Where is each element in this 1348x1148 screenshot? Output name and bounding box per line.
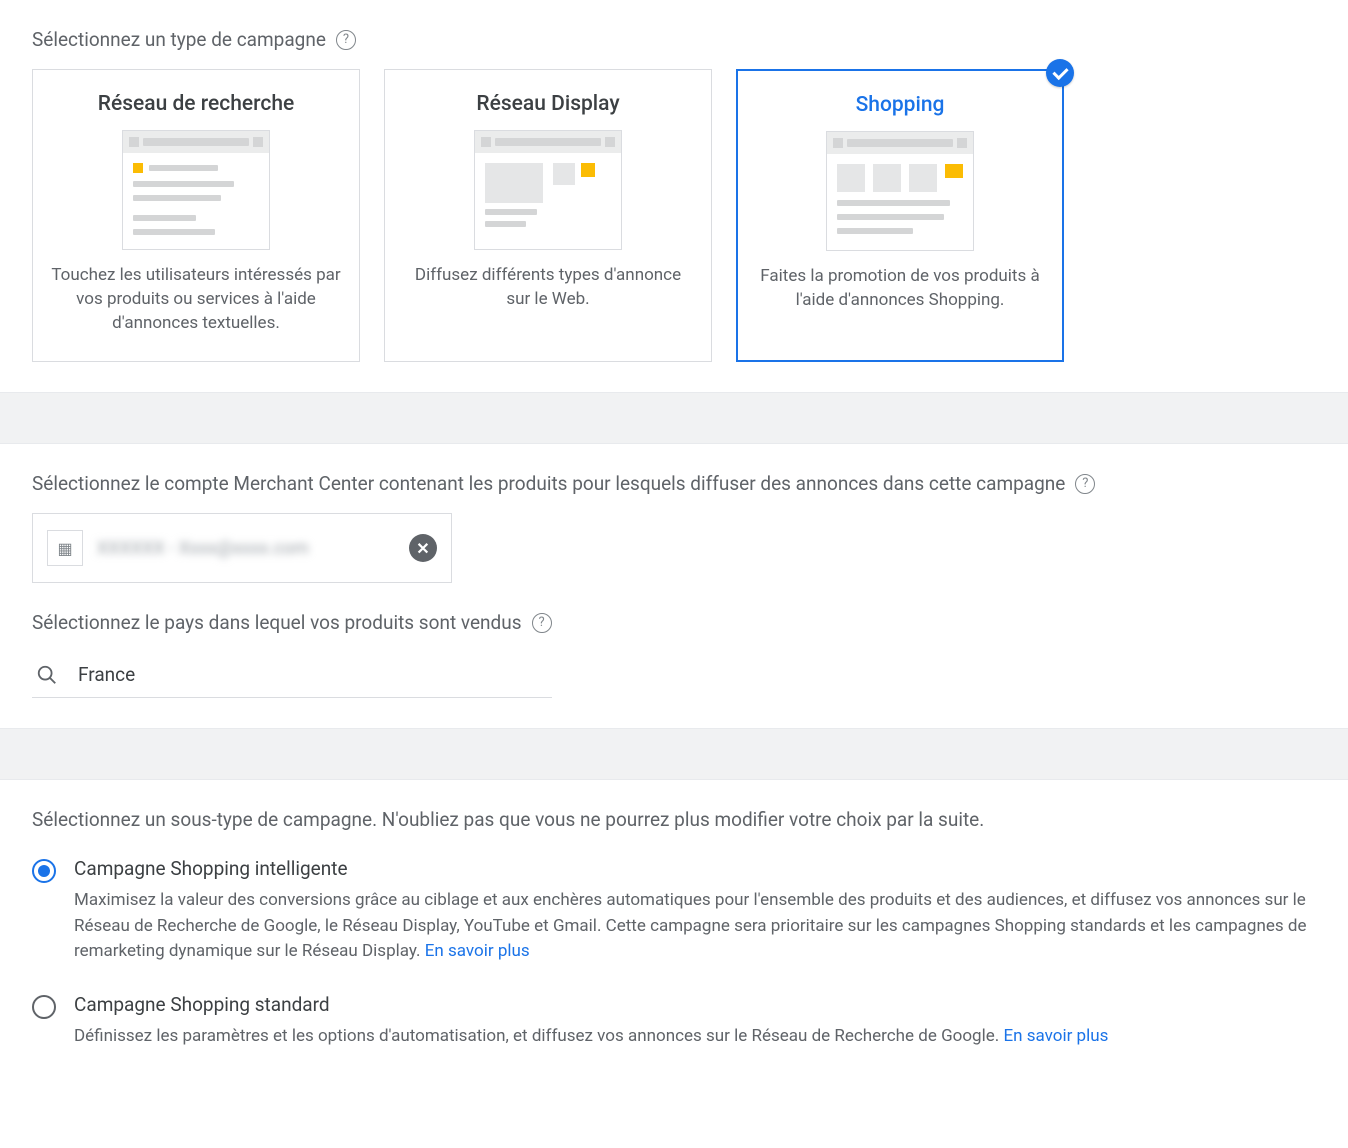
learn-more-link[interactable]: En savoir plus bbox=[425, 941, 530, 961]
subtype-radio-group: Campagne Shopping intelligente Maximisez… bbox=[32, 857, 1316, 1049]
merchant-value: XXXXXX - Xxxx@xxxx.com bbox=[97, 538, 395, 559]
radio-title: Campagne Shopping standard bbox=[74, 993, 1316, 1016]
radio-standard-shopping[interactable] bbox=[32, 995, 56, 1019]
section-subtype: Sélectionnez un sous-type de campagne. N… bbox=[0, 780, 1348, 1079]
card-desc: Faites la promotion de vos produits à l'… bbox=[756, 265, 1044, 313]
search-thumb-icon bbox=[122, 130, 270, 250]
section-merchant-country: Sélectionnez le compte Merchant Center c… bbox=[0, 444, 1348, 728]
card-shopping[interactable]: Shopping Faites la promotion de vos prod… bbox=[736, 69, 1064, 362]
display-thumb-icon bbox=[474, 130, 622, 250]
help-icon[interactable]: ? bbox=[532, 613, 552, 633]
campaign-type-heading-row: Sélectionnez un type de campagne ? bbox=[32, 0, 1316, 69]
card-search-network[interactable]: Réseau de recherche Touchez les utilisat… bbox=[32, 69, 360, 362]
selected-check-icon bbox=[1046, 59, 1074, 87]
card-title: Shopping bbox=[756, 93, 1044, 117]
card-title: Réseau de recherche bbox=[51, 92, 341, 116]
card-desc: Touchez les utilisateurs intéressés par … bbox=[51, 264, 341, 335]
section-divider bbox=[0, 392, 1348, 444]
help-icon[interactable]: ? bbox=[1075, 474, 1095, 494]
radio-desc: Définissez les paramètres et les options… bbox=[74, 1024, 1316, 1050]
radio-title: Campagne Shopping intelligente bbox=[74, 857, 1316, 880]
merchant-heading-row: Sélectionnez le compte Merchant Center c… bbox=[32, 444, 1316, 513]
card-title: Réseau Display bbox=[403, 92, 693, 116]
country-heading: Sélectionnez le pays dans lequel vos pro… bbox=[32, 611, 522, 634]
country-input[interactable] bbox=[76, 662, 548, 687]
card-display-network[interactable]: Réseau Display Diffusez différents types… bbox=[384, 69, 712, 362]
radio-smart-shopping[interactable] bbox=[32, 859, 56, 883]
radio-desc: Maximisez la valeur des conversions grâc… bbox=[74, 888, 1316, 965]
radio-desc-text: Maximisez la valeur des conversions grâc… bbox=[74, 890, 1306, 961]
card-desc: Diffusez différents types d'annonce sur … bbox=[403, 264, 693, 312]
learn-more-link[interactable]: En savoir plus bbox=[1003, 1026, 1108, 1046]
search-icon bbox=[36, 664, 58, 686]
campaign-type-cards: Réseau de recherche Touchez les utilisat… bbox=[32, 69, 1316, 362]
radio-option-standard-shopping: Campagne Shopping standard Définissez le… bbox=[32, 993, 1316, 1050]
campaign-type-heading: Sélectionnez un type de campagne bbox=[32, 28, 326, 51]
section-divider bbox=[0, 728, 1348, 780]
section-campaign-type: Sélectionnez un type de campagne ? Résea… bbox=[0, 0, 1348, 392]
subtype-heading-row: Sélectionnez un sous-type de campagne. N… bbox=[32, 780, 1316, 849]
shopping-thumb-icon bbox=[826, 131, 974, 251]
merchant-heading: Sélectionnez le compte Merchant Center c… bbox=[32, 472, 1065, 495]
radio-desc-text: Définissez les paramètres et les options… bbox=[74, 1026, 1003, 1046]
subtype-heading: Sélectionnez un sous-type de campagne. N… bbox=[32, 808, 984, 831]
merchant-select[interactable]: ▦ XXXXXX - Xxxx@xxxx.com ✕ bbox=[32, 513, 452, 583]
country-heading-row: Sélectionnez le pays dans lequel vos pro… bbox=[32, 583, 1316, 652]
country-search bbox=[32, 652, 552, 698]
help-icon[interactable]: ? bbox=[336, 30, 356, 50]
radio-option-smart-shopping: Campagne Shopping intelligente Maximisez… bbox=[32, 857, 1316, 965]
merchant-icon: ▦ bbox=[47, 530, 83, 566]
clear-merchant-button[interactable]: ✕ bbox=[409, 534, 437, 562]
